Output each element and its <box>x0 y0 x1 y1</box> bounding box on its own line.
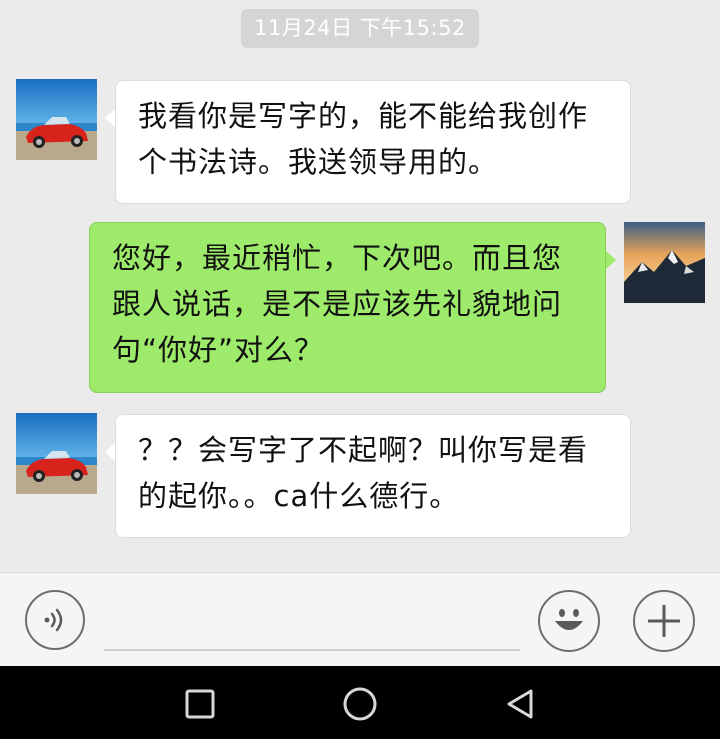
message-line: 跟人说话，是不是应该先礼貌地问 <box>112 287 563 321</box>
square-icon <box>185 689 215 719</box>
message-line: 我看你是写字的，能不能给我创作 <box>138 99 589 133</box>
message-bubble-incoming[interactable]: 我看你是写字的，能不能给我创作 个书法诗。我送领导用的。 <box>115 80 631 204</box>
message-line: 您好，最近稍忙，下次吧。而且您 <box>112 241 563 275</box>
timestamp: 11月24日 下午15:52 <box>241 9 479 48</box>
home-button[interactable] <box>340 684 380 724</box>
circle-icon <box>343 687 377 721</box>
chat-area[interactable]: 11月24日 下午15:52 我看你是写字的，能不能给我创作 个书法诗。我送领导… <box>0 0 720 572</box>
my-avatar[interactable] <box>624 222 705 303</box>
add-button[interactable] <box>633 590 695 652</box>
message-line: 句“你好”对么？ <box>112 333 325 367</box>
message-bubble-outgoing[interactable]: 您好，最近稍忙，下次吧。而且您 跟人说话，是不是应该先礼貌地问 句“你好”对么？ <box>89 222 606 393</box>
contact-avatar[interactable] <box>16 79 97 160</box>
voice-button[interactable] <box>25 590 85 650</box>
message-input[interactable] <box>104 649 520 651</box>
recent-apps-button[interactable] <box>180 684 220 724</box>
message-bubble-incoming[interactable]: ？？会写字了不起啊？叫你写是看 的起你。。ca什么德行。 <box>115 414 631 538</box>
plus-icon <box>648 605 680 637</box>
triangle-back-icon <box>507 689 533 719</box>
system-nav-bar <box>0 666 720 739</box>
back-button[interactable] <box>500 684 540 724</box>
emoji-icon <box>555 609 583 630</box>
emoji-button[interactable] <box>538 590 600 652</box>
message-line: 的起你。。ca什么德行。 <box>138 479 460 513</box>
contact-avatar[interactable] <box>16 413 97 494</box>
message-line: 个书法诗。我送领导用的。 <box>138 145 499 179</box>
message-line: ？？会写字了不起啊？叫你写是看 <box>138 433 589 467</box>
input-bar <box>0 572 720 666</box>
voice-icon <box>44 608 63 632</box>
